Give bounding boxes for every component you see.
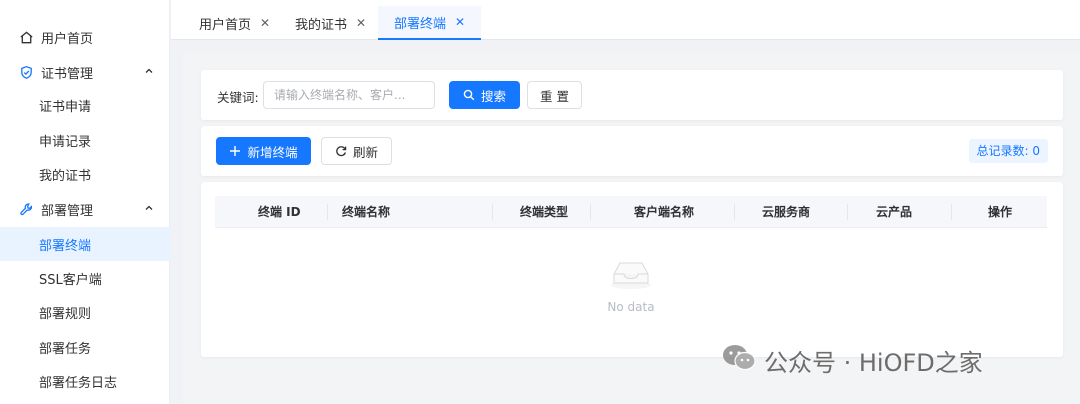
- table-header: 终端 ID 终端名称 终端类型 客户端名称 云服务商 云产品 操作: [215, 196, 1047, 228]
- wechat-icon: [722, 343, 756, 377]
- sidebar-item-apply-records[interactable]: 申请记录: [0, 123, 170, 157]
- sidebar-group-label: 证书管理: [41, 66, 94, 82]
- close-icon[interactable]: ✕: [455, 15, 465, 29]
- tab-my-certs[interactable]: 我的证书 ✕: [295, 6, 366, 40]
- home-icon: [18, 29, 34, 45]
- sidebar-item-deploy-tasks[interactable]: 部署任务: [0, 330, 170, 364]
- tab-bar: 用户首页 ✕ 我的证书 ✕ 部署终端 ✕: [171, 0, 1080, 40]
- sidebar-group-deploy[interactable]: 部署管理: [0, 192, 170, 226]
- sidebar-item-ssl-client[interactable]: SSL客户端: [0, 261, 170, 295]
- sidebar-item-label: 申请记录: [39, 134, 92, 150]
- sidebar-item-label: 证书申请: [39, 99, 92, 115]
- chevron-up-icon: [145, 205, 153, 210]
- column-header-cloud-product: 云产品: [847, 196, 912, 228]
- reset-button-label: 重 置: [540, 88, 569, 104]
- sidebar-item-label: 部署任务: [39, 341, 92, 357]
- search-button-label: 搜索: [480, 88, 506, 104]
- total-count-badge: 总记录数: 0: [968, 139, 1048, 163]
- sidebar-item-deploy-terminal[interactable]: 部署终端: [0, 227, 170, 261]
- tab-label: 用户首页: [199, 17, 252, 33]
- sidebar: 用户首页 证书管理 证书申请 申请记录 我的证书 部署管理 部署终端 SSL客户…: [0, 0, 170, 404]
- search-button[interactable]: 搜索: [449, 81, 520, 109]
- search-icon: [463, 89, 475, 101]
- table-card: 终端 ID 终端名称 终端类型 客户端名称 云服务商 云产品 操作 No dat…: [201, 182, 1063, 357]
- sidebar-item-deploy-rules[interactable]: 部署规则: [0, 295, 170, 329]
- sidebar-item-label: 部署任务日志: [39, 375, 118, 391]
- refresh-button[interactable]: 刷新: [321, 137, 392, 165]
- add-terminal-label: 新增终端: [247, 144, 298, 160]
- watermark-text: 公众号 · HiOFD之家: [764, 348, 983, 377]
- tab-label: 部署终端: [394, 16, 447, 32]
- keyword-input[interactable]: 请输入终端名称、客户...: [263, 81, 435, 109]
- column-header-terminal-name: 终端名称: [327, 196, 390, 228]
- column-header-actions: 操作: [951, 196, 1012, 228]
- tab-label: 我的证书: [295, 17, 348, 33]
- column-header-cloud-vendor: 云服务商: [734, 196, 810, 228]
- empty-inbox-icon: [611, 262, 651, 289]
- sidebar-group-label: 部署管理: [41, 203, 94, 219]
- wrench-icon: [18, 201, 34, 217]
- sidebar-item-my-certs[interactable]: 我的证书: [0, 157, 170, 191]
- sidebar-item-cert-apply[interactable]: 证书申请: [0, 88, 170, 122]
- shield-check-icon: [18, 64, 34, 80]
- add-terminal-button[interactable]: 新增终端: [216, 137, 311, 165]
- keyword-label: 关键词:: [217, 90, 259, 105]
- sidebar-item-label: 部署规则: [39, 306, 92, 322]
- column-header-terminal-id: 终端 ID: [258, 205, 301, 219]
- tab-deploy-terminal[interactable]: 部署终端 ✕: [378, 6, 482, 40]
- refresh-label: 刷新: [352, 144, 378, 160]
- sidebar-group-cert[interactable]: 证书管理: [0, 55, 170, 89]
- watermark: 公众号 · HiOFD之家: [722, 340, 983, 380]
- sidebar-item-label: 用户首页: [41, 31, 94, 47]
- column-header-terminal-type: 终端类型: [492, 196, 568, 228]
- sidebar-item-label: 部署终端: [39, 238, 92, 254]
- plus-icon: [229, 145, 241, 157]
- sidebar-item-deploy-task-logs[interactable]: 部署任务日志: [0, 364, 170, 398]
- search-card: 关键词: 请输入终端名称、客户... 搜索 重 置: [201, 70, 1063, 120]
- close-icon[interactable]: ✕: [260, 16, 270, 30]
- reset-button[interactable]: 重 置: [527, 81, 582, 109]
- sidebar-item-home[interactable]: 用户首页: [0, 20, 170, 54]
- chevron-up-icon: [145, 68, 153, 73]
- empty-text: No data: [607, 300, 655, 314]
- tab-home[interactable]: 用户首页 ✕: [199, 6, 270, 40]
- refresh-icon: [335, 145, 347, 157]
- column-header-client-name: 客户端名称: [590, 196, 694, 228]
- toolbar-card: 新增终端 刷新 总记录数: 0: [201, 126, 1063, 176]
- sidebar-item-label: 我的证书: [39, 168, 92, 184]
- sidebar-item-label: SSL客户端: [39, 272, 102, 288]
- close-icon[interactable]: ✕: [356, 16, 366, 30]
